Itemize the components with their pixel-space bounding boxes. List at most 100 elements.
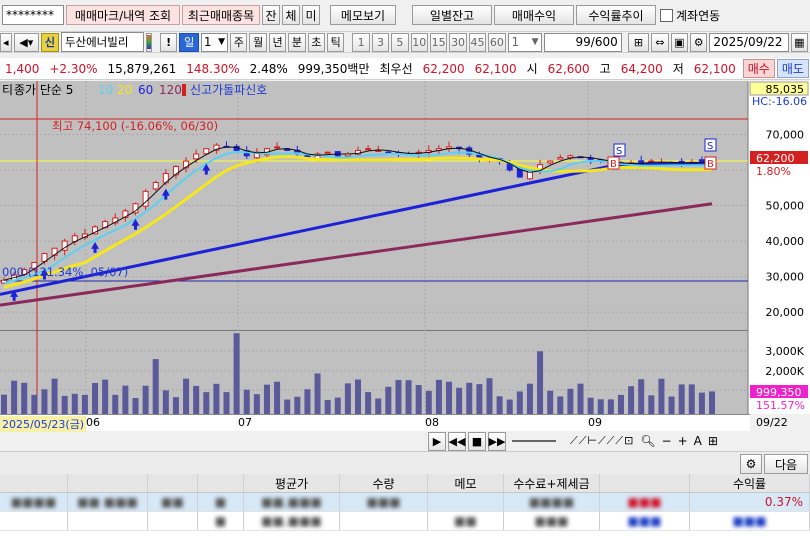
table-row[interactable]: ■ ■■,■■■ ■■ ■■■ ■■■ ■■■ xyxy=(0,512,810,531)
play-icon[interactable]: ▶ xyxy=(428,431,446,451)
candle-body xyxy=(557,157,564,160)
volume-bar xyxy=(587,397,594,414)
account-field[interactable]: ******** xyxy=(2,5,64,25)
trade-profit-button[interactable]: 매매수익 xyxy=(494,5,574,25)
interval-60-button[interactable]: 60 xyxy=(488,32,506,52)
stock-name-field[interactable]: 두산에너빌리 xyxy=(60,32,144,52)
table-cell xyxy=(428,493,504,511)
interval-5-button[interactable]: 5 xyxy=(391,32,409,52)
volume-bar xyxy=(385,386,392,414)
candle-body xyxy=(193,153,200,160)
return-trend-button[interactable]: 수익률추이 xyxy=(576,5,656,25)
interval-3-button[interactable]: 3 xyxy=(371,32,390,52)
interval-1-button[interactable]: 1 xyxy=(352,32,370,52)
period-month-button[interactable]: 월 xyxy=(249,32,267,52)
candle-body xyxy=(375,149,382,152)
time-label-selected: 2025/05/23(금) xyxy=(0,416,87,432)
gear-icon[interactable]: ⚙ xyxy=(690,32,708,52)
period-minute-button[interactable]: 분 xyxy=(288,32,306,52)
volume-tick-label: 2,000K xyxy=(765,365,804,378)
table-cell xyxy=(0,512,68,530)
col-header-return: 수익률 xyxy=(690,474,810,492)
high-value: 64,200 xyxy=(620,61,663,76)
price-chart[interactable]: 티 종가 단순 5 10 20 60 120 신고가돌파신호 최고 74,100… xyxy=(0,81,810,430)
gear-icon[interactable]: ⚙ xyxy=(740,454,762,474)
recent-trades-button[interactable]: 최근매매종목 xyxy=(182,5,260,25)
expand-icon[interactable]: ⊞ xyxy=(708,434,718,448)
signal-legend-icon xyxy=(182,84,186,96)
chart-controls: ▶ ◀◀ ■ ▶▶ ⟋⟋⊢⟋⟋⟋⊡ 🔍︎ − + A ⊞ xyxy=(0,431,810,451)
period-tick-button[interactable]: 틱 xyxy=(327,32,345,52)
calendar-icon[interactable]: ▦ xyxy=(790,32,808,52)
period-week-button[interactable]: 주 xyxy=(230,32,248,52)
volume-bar xyxy=(709,391,715,414)
buy-marker-2: B xyxy=(704,156,717,170)
zoom-slider[interactable] xyxy=(512,440,556,442)
interval-15-button[interactable]: 15 xyxy=(429,32,448,52)
volume-bar xyxy=(557,396,564,414)
ruler-icon[interactable]: ⇔ xyxy=(651,32,669,52)
volume-bar xyxy=(466,382,473,414)
col-header-1 xyxy=(68,474,148,492)
period-year-button[interactable]: 년 xyxy=(268,32,287,52)
volume-bar xyxy=(41,389,48,414)
table-header: 평균가 수량 메모 수수료+제세금 수익률 xyxy=(0,474,810,493)
rewind-icon[interactable]: ◀◀ xyxy=(448,431,466,451)
buy-button[interactable]: 매수 xyxy=(742,59,775,78)
forward-icon[interactable]: ▶▶ xyxy=(488,431,506,451)
executed-button[interactable]: 체 xyxy=(282,5,300,25)
custom-interval-select[interactable]: 1 ▼ xyxy=(507,32,543,52)
font-size-icon[interactable]: A xyxy=(694,434,702,448)
interval-30-button[interactable]: 30 xyxy=(449,32,467,52)
table-cell: ■■,■■■ xyxy=(244,512,340,530)
interval-45-button[interactable]: 45 xyxy=(468,32,487,52)
stock-name: 두산에너빌리 xyxy=(64,35,129,49)
zoom-out-icon[interactable]: − xyxy=(662,434,672,448)
open-label: 시 xyxy=(526,62,538,76)
period-day-button[interactable]: 일 xyxy=(179,32,199,52)
account-link-checkbox[interactable] xyxy=(660,8,673,22)
date-field[interactable]: 2025/09/22 xyxy=(709,32,789,52)
price-tick-label: 70,000 xyxy=(766,128,805,141)
sell-button[interactable]: 매도 xyxy=(776,59,809,78)
zoom-in-icon[interactable]: + xyxy=(678,434,688,448)
next-button[interactable]: 다음 xyxy=(764,454,808,474)
balance-button[interactable]: 잔 xyxy=(262,5,280,25)
volume-bar xyxy=(506,399,513,414)
view-count-field[interactable]: 99/600 xyxy=(544,32,622,52)
volume-bar xyxy=(21,382,28,414)
volume-bar xyxy=(547,390,554,414)
info-button[interactable]: ! xyxy=(159,32,178,52)
volume-bar xyxy=(638,379,645,414)
credit-badge: 신 xyxy=(40,32,59,52)
col-header-qty: 수량 xyxy=(340,474,428,492)
table-cell: ■ xyxy=(198,493,244,511)
trade-mark-button[interactable]: 매매마크/내역 조회 xyxy=(66,5,180,25)
legend-prefix: 티 xyxy=(2,83,13,97)
daily-balance-button[interactable]: 일별잔고 xyxy=(412,5,492,25)
save-icon[interactable]: ▣ xyxy=(670,32,688,52)
candle-body xyxy=(547,160,554,164)
unexecuted-button[interactable]: 미 xyxy=(302,5,320,25)
legend-ma20: 20 xyxy=(117,83,132,97)
low-value: 62,100 xyxy=(693,61,736,76)
volume-bar xyxy=(526,383,533,414)
prev-icon[interactable]: ◂ xyxy=(0,32,12,52)
period-count-select[interactable]: 1 ▼ xyxy=(200,32,229,52)
search-icon[interactable]: 🔍︎ xyxy=(640,434,655,448)
table-row[interactable]: ■■■■ ■■ ■■■ ■■ ■ ■■,■■■ ■■■ ■■■■ ■■■ 0.3… xyxy=(0,493,810,512)
col-header-8 xyxy=(600,474,690,492)
volume-bar xyxy=(355,379,361,414)
time-label-07: 07 xyxy=(238,416,252,429)
memo-view-button[interactable]: 메모보기 xyxy=(330,5,396,25)
interval-10-button[interactable]: 10 xyxy=(410,32,428,52)
volume-bar xyxy=(31,394,38,414)
speaker-icon[interactable]: ◀▾ xyxy=(13,32,39,52)
stop-icon[interactable]: ■ xyxy=(468,431,486,451)
crosshair-icon[interactable]: ⊞ xyxy=(627,32,650,52)
drawing-tools-icon[interactable]: ⟋⟋⊢⟋⟋⟋⊡ xyxy=(570,434,634,448)
sell-marker-text: S xyxy=(616,146,622,157)
best-ask: 62,200 xyxy=(422,61,465,76)
period-second-button[interactable]: 초 xyxy=(307,32,326,52)
table-cell: ■■■ xyxy=(504,512,600,530)
